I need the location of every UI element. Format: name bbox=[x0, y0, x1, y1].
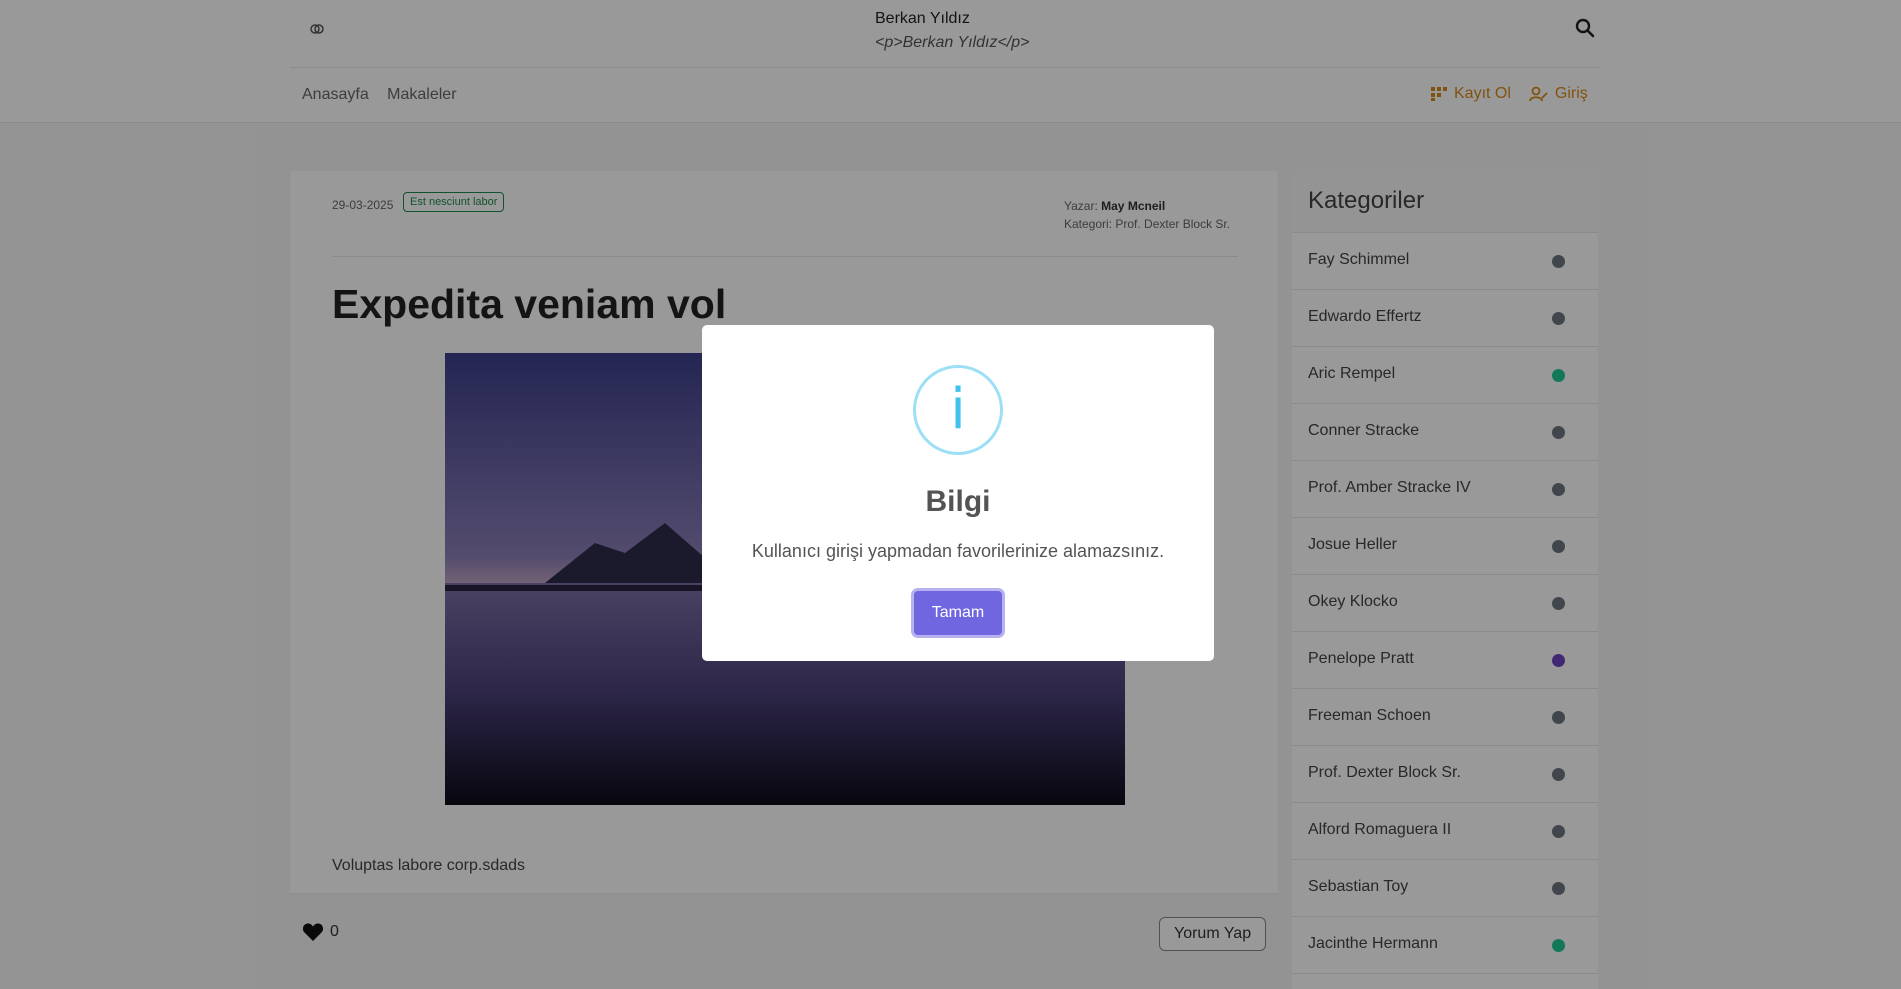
confirm-button[interactable]: Tamam bbox=[914, 591, 1002, 635]
info-dialog: i Bilgi Kullanıcı girişi yapmadan favori… bbox=[702, 325, 1214, 661]
dialog-title: Bilgi bbox=[925, 485, 991, 518]
info-icon: i bbox=[913, 365, 1003, 455]
dialog-message: Kullanıcı girişi yapmadan favorilerinize… bbox=[751, 541, 1165, 561]
